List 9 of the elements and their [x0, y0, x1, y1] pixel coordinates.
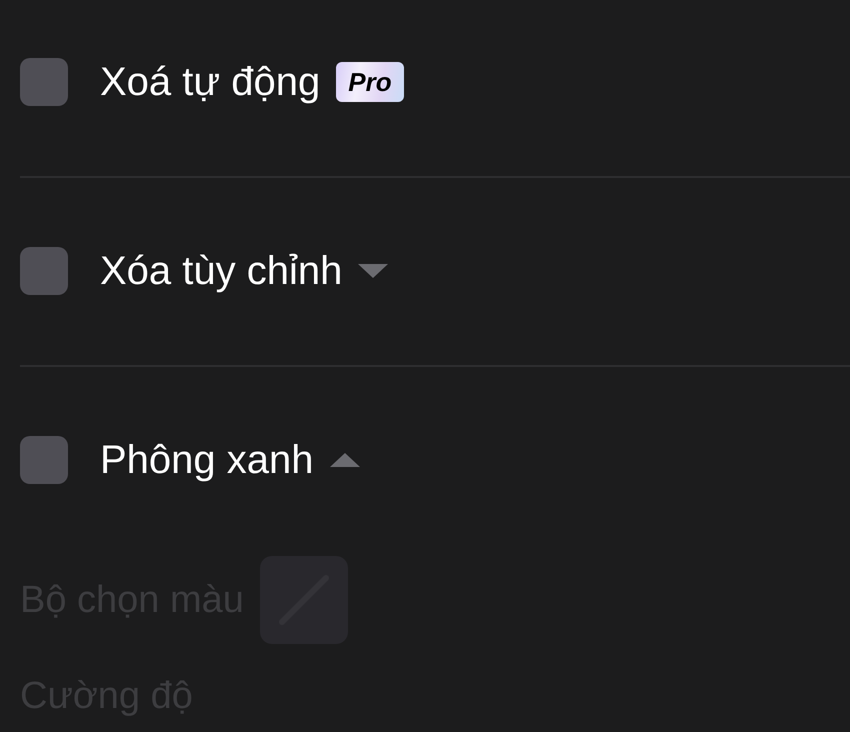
checkbox[interactable] [20, 58, 68, 106]
option-label: Xóa tùy chỉnh [100, 251, 342, 291]
caret-icon[interactable] [358, 264, 388, 278]
option-label: Phông xanh [100, 440, 314, 480]
caret-icon[interactable] [330, 453, 360, 467]
pro-badge: Pro [336, 62, 404, 102]
checkbox[interactable] [20, 436, 68, 484]
option-label: Xoá tự động [100, 62, 320, 102]
checkbox[interactable] [20, 247, 68, 295]
